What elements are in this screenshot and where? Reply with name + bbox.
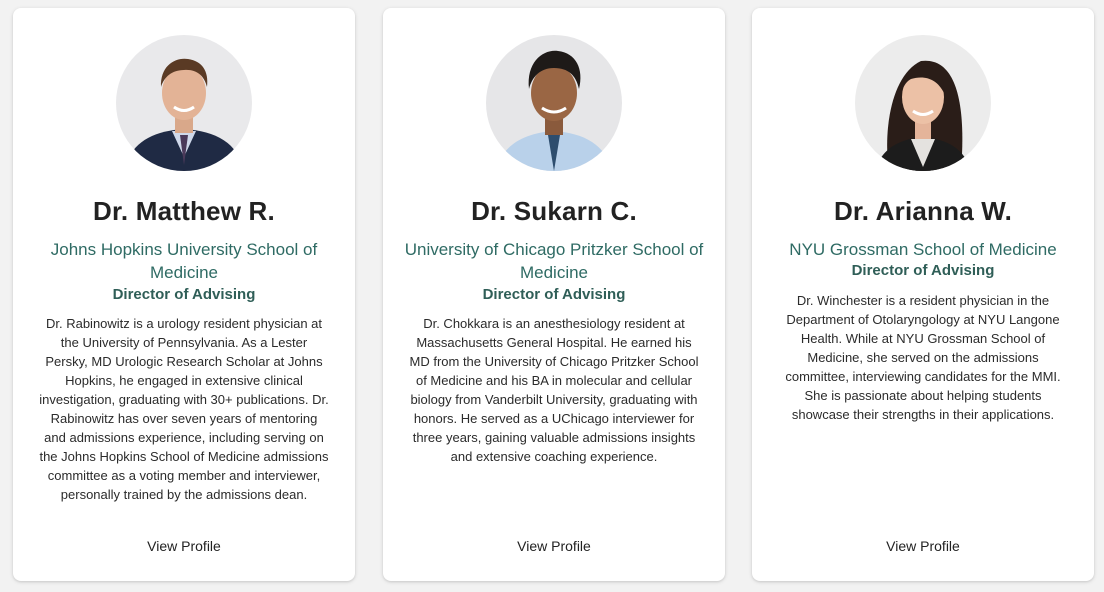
view-profile-link[interactable]: View Profile: [383, 538, 725, 554]
advisor-school: University of Chicago Pritzker School of…: [404, 240, 704, 282]
advisor-role: Director of Advising: [112, 286, 256, 303]
advisor-name: Dr. Matthew R.: [93, 196, 275, 226]
view-profile-link[interactable]: View Profile: [752, 538, 1094, 554]
advisor-school: NYU Grossman School of Medicine: [789, 240, 1057, 259]
person-photo-icon: [855, 35, 991, 171]
advisor-school: Johns Hopkins University School of Medic…: [50, 240, 318, 282]
advisor-card-sukarn: Dr. Sukarn C. University of Chicago Prit…: [383, 8, 725, 581]
advisor-name: Dr. Sukarn C.: [471, 196, 637, 226]
advisor-bio: Dr. Winchester is a resident physician i…: [785, 293, 1061, 422]
person-photo-icon: [486, 35, 622, 171]
person-photo-icon: [116, 35, 252, 171]
avatar: [486, 35, 622, 171]
advisor-bio: Dr. Rabinowitz is a urology resident phy…: [39, 316, 329, 502]
advisor-role: Director of Advising: [482, 286, 626, 303]
avatar: [116, 35, 252, 171]
avatar: [855, 35, 991, 171]
advisor-bio: Dr. Chokkara is an anesthesiology reside…: [409, 316, 699, 464]
advisor-name: Dr. Arianna W.: [833, 196, 1013, 226]
advisor-card-matthew: Dr. Matthew R. Johns Hopkins University …: [13, 8, 355, 581]
advisor-role: Director of Advising: [851, 262, 995, 279]
advisor-cards: Dr. Matthew R. Johns Hopkins University …: [0, 0, 1104, 592]
view-profile-link[interactable]: View Profile: [13, 538, 355, 554]
advisor-card-arianna: Dr. Arianna W. NYU Grossman School of Me…: [752, 8, 1094, 581]
